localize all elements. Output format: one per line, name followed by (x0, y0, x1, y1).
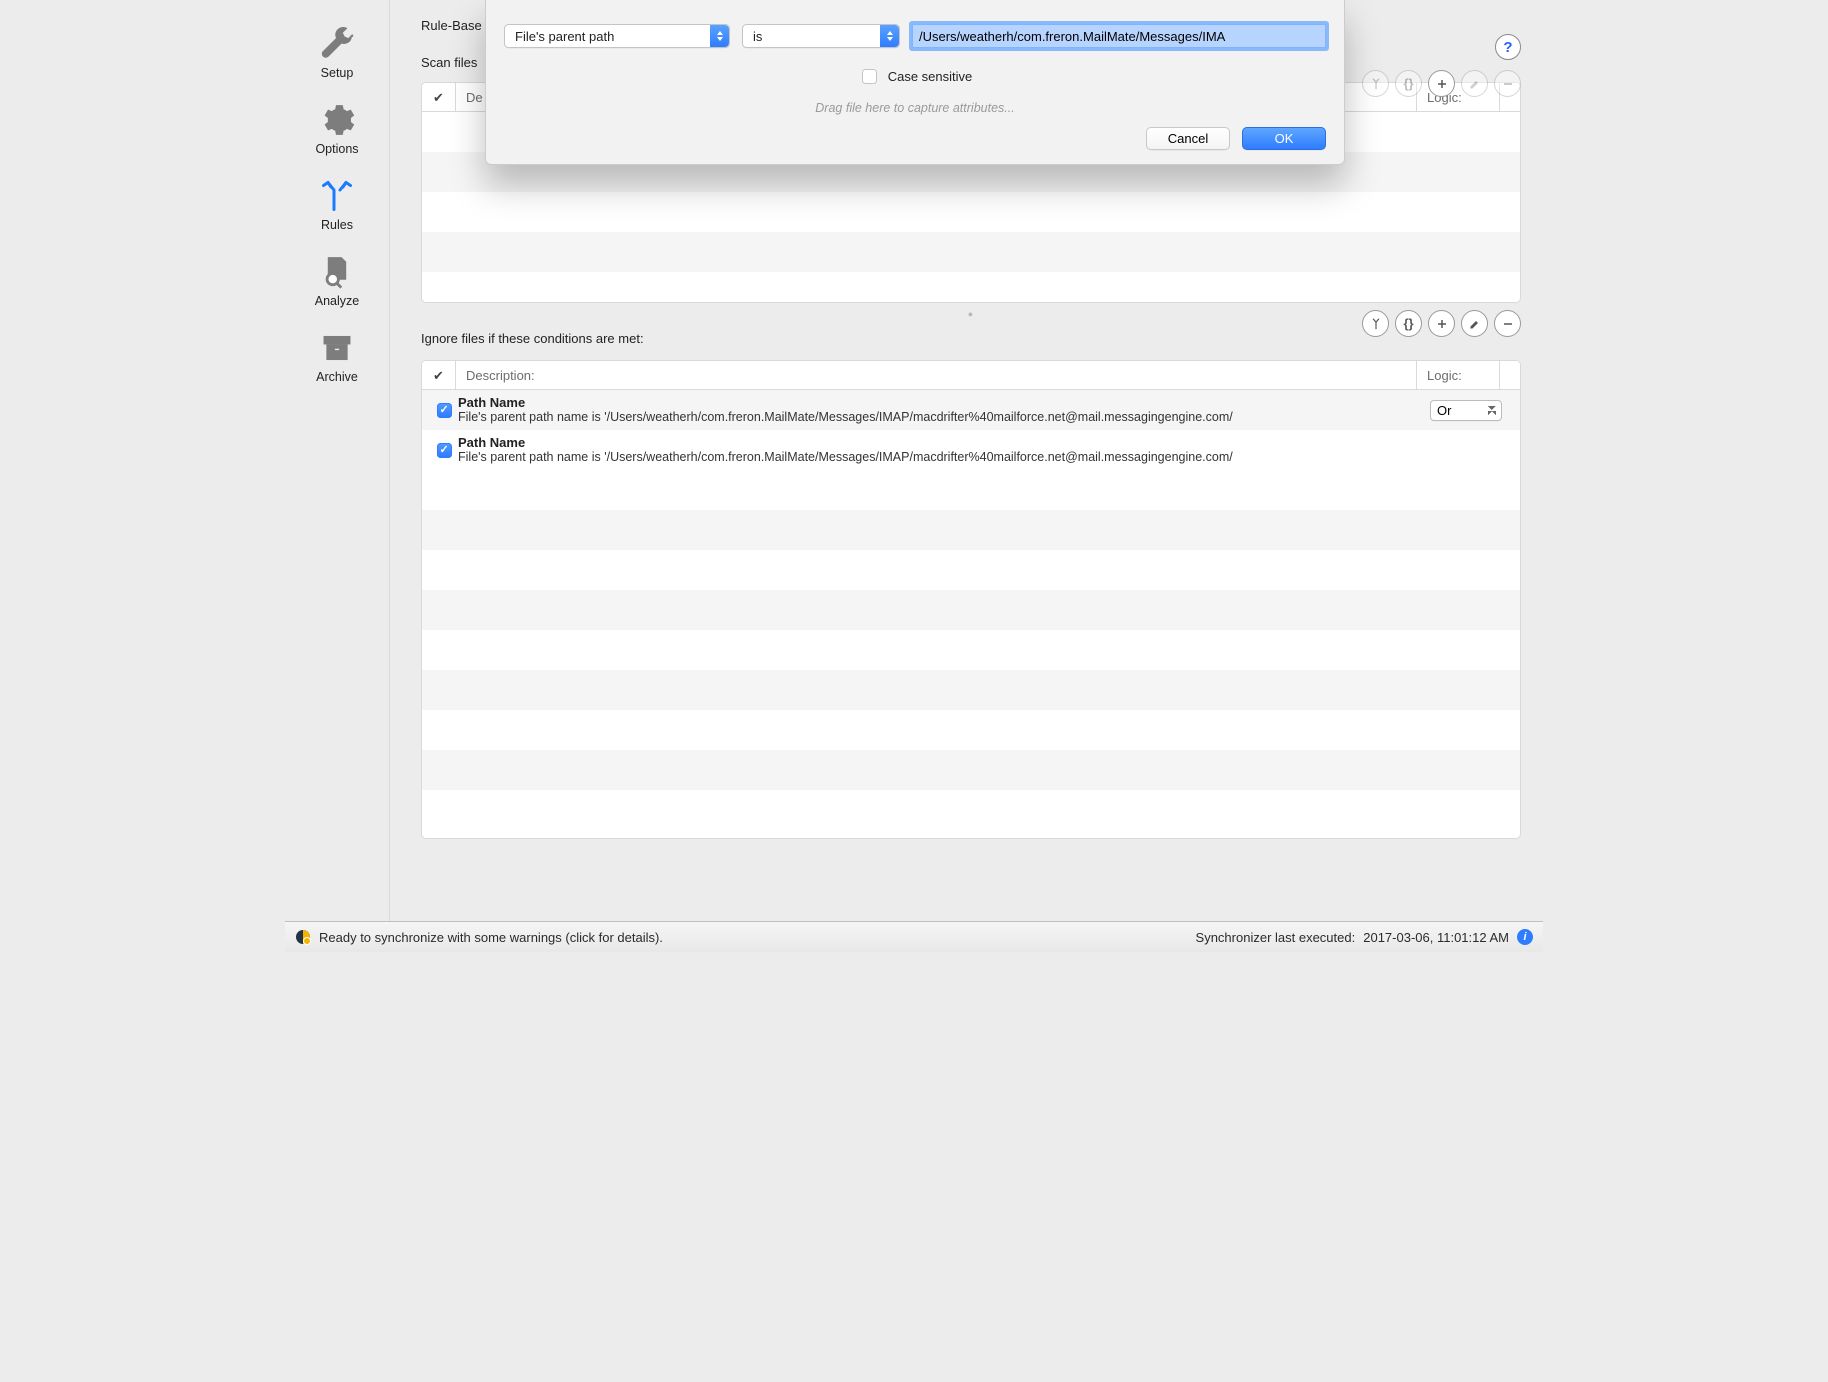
sidebar-item-archive[interactable]: Archive (285, 318, 389, 394)
plus-icon[interactable] (1428, 310, 1455, 337)
branch-icon[interactable] (1362, 70, 1389, 97)
ignore-files-tbody[interactable]: Path Name File's parent path name is '/U… (422, 390, 1520, 838)
sidebar: Setup Options Rules Analyze Archive (285, 0, 390, 921)
sidebar-item-label: Setup (321, 66, 354, 80)
case-sensitive-checkbox[interactable] (862, 69, 877, 84)
minus-icon[interactable] (1494, 310, 1521, 337)
rule-enabled-checkbox[interactable] (437, 403, 452, 418)
table-header: ✔ Description: Logic: (422, 361, 1520, 390)
edit-icon[interactable] (1461, 310, 1488, 337)
sidebar-item-label: Options (315, 142, 358, 156)
braces-icon[interactable]: {} (1395, 310, 1422, 337)
rule-title: Path Name (458, 395, 1430, 410)
rule-subtitle: File's parent path name is '/Users/weath… (458, 450, 1430, 464)
rule-enabled-checkbox[interactable] (437, 443, 452, 458)
sidebar-item-rules[interactable]: Rules (285, 166, 389, 242)
table-row[interactable]: Path Name File's parent path name is '/U… (422, 430, 1520, 470)
edit-icon[interactable] (1461, 70, 1488, 97)
archive-box-icon (285, 332, 389, 364)
info-icon[interactable]: i (1517, 929, 1533, 945)
sidebar-item-options[interactable]: Options (285, 90, 389, 166)
header-check[interactable]: ✔ (422, 83, 456, 111)
sidebar-item-analyze[interactable]: Analyze (285, 242, 389, 318)
help-icon: ? (1503, 39, 1512, 56)
sidebar-item-label: Rules (321, 218, 353, 232)
split-handle[interactable]: ● (421, 303, 1521, 325)
sidebar-item-label: Archive (316, 370, 358, 384)
ok-button[interactable]: OK (1242, 127, 1326, 150)
drag-hint: Drag file here to capture attributes... (504, 101, 1326, 115)
ignore-files-table: ✔ Description: Logic: Path Name File's p… (421, 360, 1521, 839)
header-logic[interactable]: Logic: (1417, 361, 1500, 389)
rule-subtitle: File's parent path name is '/Users/weath… (458, 410, 1430, 424)
status-sync-label: Synchronizer last executed: (1196, 930, 1356, 945)
header-spacer (1500, 361, 1520, 389)
attribute-select-value: File's parent path (515, 29, 614, 44)
ignore-label: Ignore files if these conditions are met… (421, 331, 644, 346)
operator-select[interactable]: is (742, 24, 900, 48)
wrench-icon (285, 28, 389, 60)
chevron-updown-icon (880, 25, 899, 47)
split-arrows-icon (285, 180, 389, 212)
scan-files-label: Scan files (421, 55, 477, 70)
sidebar-item-label: Analyze (315, 294, 359, 308)
chevron-updown-icon (710, 25, 729, 47)
rule-title: Path Name (458, 435, 1430, 450)
operator-select-value: is (753, 29, 762, 44)
ignore-toolbar: {} (1362, 310, 1521, 337)
scan-toolbar: {} (1362, 70, 1521, 97)
help-button[interactable]: ? (1495, 34, 1521, 60)
logic-select[interactable]: Or (1430, 400, 1502, 421)
braces-icon[interactable]: {} (1395, 70, 1422, 97)
condition-sheet: File's parent path is Case sensitive Dra… (485, 0, 1345, 165)
case-sensitive-label: Case sensitive (888, 69, 973, 84)
branch-icon[interactable] (1362, 310, 1389, 337)
minus-icon[interactable] (1494, 70, 1521, 97)
table-row[interactable]: Path Name File's parent path name is '/U… (422, 390, 1520, 430)
header-description[interactable]: Description: (456, 361, 1417, 389)
attribute-select[interactable]: File's parent path (504, 24, 730, 48)
cancel-button[interactable]: Cancel (1146, 127, 1230, 150)
status-sync-time: 2017-03-06, 11:01:12 AM (1363, 930, 1509, 945)
header-check[interactable]: ✔ (422, 361, 456, 389)
status-warning-icon[interactable] (295, 929, 311, 945)
magnify-document-icon (285, 256, 389, 288)
sidebar-item-setup[interactable]: Setup (285, 14, 389, 90)
value-input[interactable] (912, 24, 1326, 48)
status-text[interactable]: Ready to synchronize with some warnings … (319, 930, 663, 945)
plus-icon[interactable] (1428, 70, 1455, 97)
gear-icon (285, 104, 389, 136)
status-bar: Ready to synchronize with some warnings … (285, 921, 1543, 952)
